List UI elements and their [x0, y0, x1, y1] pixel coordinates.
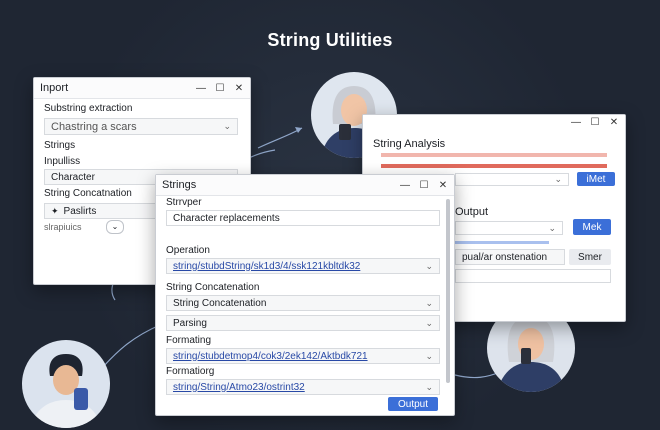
substring-extraction-label: Substring extraction: [44, 103, 133, 114]
concatenation-label: String Concatenation: [166, 282, 260, 293]
chevron-down-icon: ⌄: [223, 121, 231, 131]
analysis-title: String Analysis: [373, 138, 446, 150]
operation-value: string/stubdString/sk1d3/4/ssk121kbltdk3…: [173, 260, 361, 272]
formatiorg-select[interactable]: string/String/Atmo23/ostrint32 ⌄: [166, 379, 440, 395]
concatenation-field[interactable]: pual/ar onstenation: [455, 249, 565, 265]
strings-item[interactable]: Strings: [44, 140, 75, 151]
analysis-titlebar: — ☐ ✕: [363, 115, 625, 129]
chevron-down-icon: ⌄: [425, 381, 433, 392]
import-titlebar: Inport — ☐ ✕: [34, 78, 250, 99]
analysis-extra-field[interactable]: [455, 269, 611, 283]
analysis-bar-pink: [381, 153, 607, 157]
chevron-down-icon: ⌄: [425, 260, 433, 271]
formatiorg-label: Formatiorg: [166, 366, 215, 377]
close-icon[interactable]: ✕: [609, 117, 619, 128]
operation-select[interactable]: string/stubdString/sk1d3/4/ssk121kbltdk3…: [166, 258, 440, 274]
chevron-down-icon: ⌄: [425, 350, 433, 361]
imet-button[interactable]: iMet: [577, 172, 615, 186]
strings-scrollbar[interactable]: [446, 199, 450, 383]
maximize-icon[interactable]: ☐: [419, 180, 429, 191]
footer-dropdown[interactable]: ⌄: [106, 220, 124, 234]
maximize-icon[interactable]: ☐: [215, 83, 225, 94]
person-avatar-left: [22, 340, 110, 428]
chevron-down-icon: ⌄: [425, 297, 433, 308]
string-concatnation-item[interactable]: String Concatnation: [44, 188, 132, 199]
analysis-bar-red: [381, 164, 607, 168]
analysis-select[interactable]: ⌄: [455, 173, 569, 186]
formating-label: Formating: [166, 335, 212, 346]
import-window-title: Inport: [40, 82, 69, 94]
arrow-top-left: [257, 127, 303, 149]
footer-text: slrapiuics: [44, 222, 82, 232]
smer-button[interactable]: Smer: [569, 249, 611, 265]
chevron-down-icon: ⌄: [548, 222, 556, 233]
substring-select[interactable]: Chastring a scars ⌄: [44, 118, 238, 135]
plus-icon: ✦: [51, 205, 59, 216]
parsing-select[interactable]: Parsing ⌄: [166, 315, 440, 331]
output-button[interactable]: Output: [388, 397, 438, 411]
chevron-down-icon: ⌄: [554, 174, 562, 184]
inpulliss-item[interactable]: Inpulliss: [44, 156, 80, 167]
strings-titlebar: Strings — ☐ ✕: [156, 175, 454, 196]
concatenation-select[interactable]: String Concatenation ⌄: [166, 295, 440, 311]
output-label: Output: [455, 206, 489, 218]
strvper-input[interactable]: Character replacements: [166, 210, 440, 226]
chevron-down-icon: ⌄: [111, 222, 119, 231]
concatenation-value: pual/ar onstenation: [462, 251, 548, 263]
strings-window-title: Strings: [162, 179, 197, 191]
operation-label: Operation: [166, 245, 210, 256]
minimize-icon[interactable]: —: [400, 180, 410, 191]
arrow-bottom-left: [99, 324, 161, 371]
chevron-down-icon: ⌄: [425, 317, 433, 328]
mek-button[interactable]: Mek: [573, 219, 611, 235]
formatiorg-value: string/String/Atmo23/ostrint32: [173, 381, 305, 393]
formating-value: string/stubdetmop4/cok3/2ek142/Aktbdk721: [173, 350, 368, 362]
close-icon[interactable]: ✕: [234, 83, 244, 94]
formating-select[interactable]: string/stubdetmop4/cok3/2ek142/Aktbdk721…: [166, 348, 440, 364]
analysis-bar-blue: [455, 241, 549, 244]
minimize-icon[interactable]: —: [196, 83, 206, 94]
concatenation-select-value: String Concatenation: [173, 297, 267, 309]
strvper-label: Strrvper: [166, 197, 202, 208]
close-icon[interactable]: ✕: [438, 180, 448, 191]
arrow-right-lower: [454, 371, 501, 379]
minimize-icon[interactable]: —: [571, 117, 581, 128]
parsing-value: Parsing: [173, 317, 207, 329]
strings-window: Strings — ☐ ✕ Strrvper Character replace…: [155, 174, 455, 416]
maximize-icon[interactable]: ☐: [590, 117, 600, 128]
substring-select-value: Chastring a scars: [51, 120, 137, 133]
arrow-head-1: [295, 127, 302, 133]
output-select[interactable]: ⌄: [455, 221, 563, 235]
strvper-value: Character replacements: [173, 212, 280, 224]
